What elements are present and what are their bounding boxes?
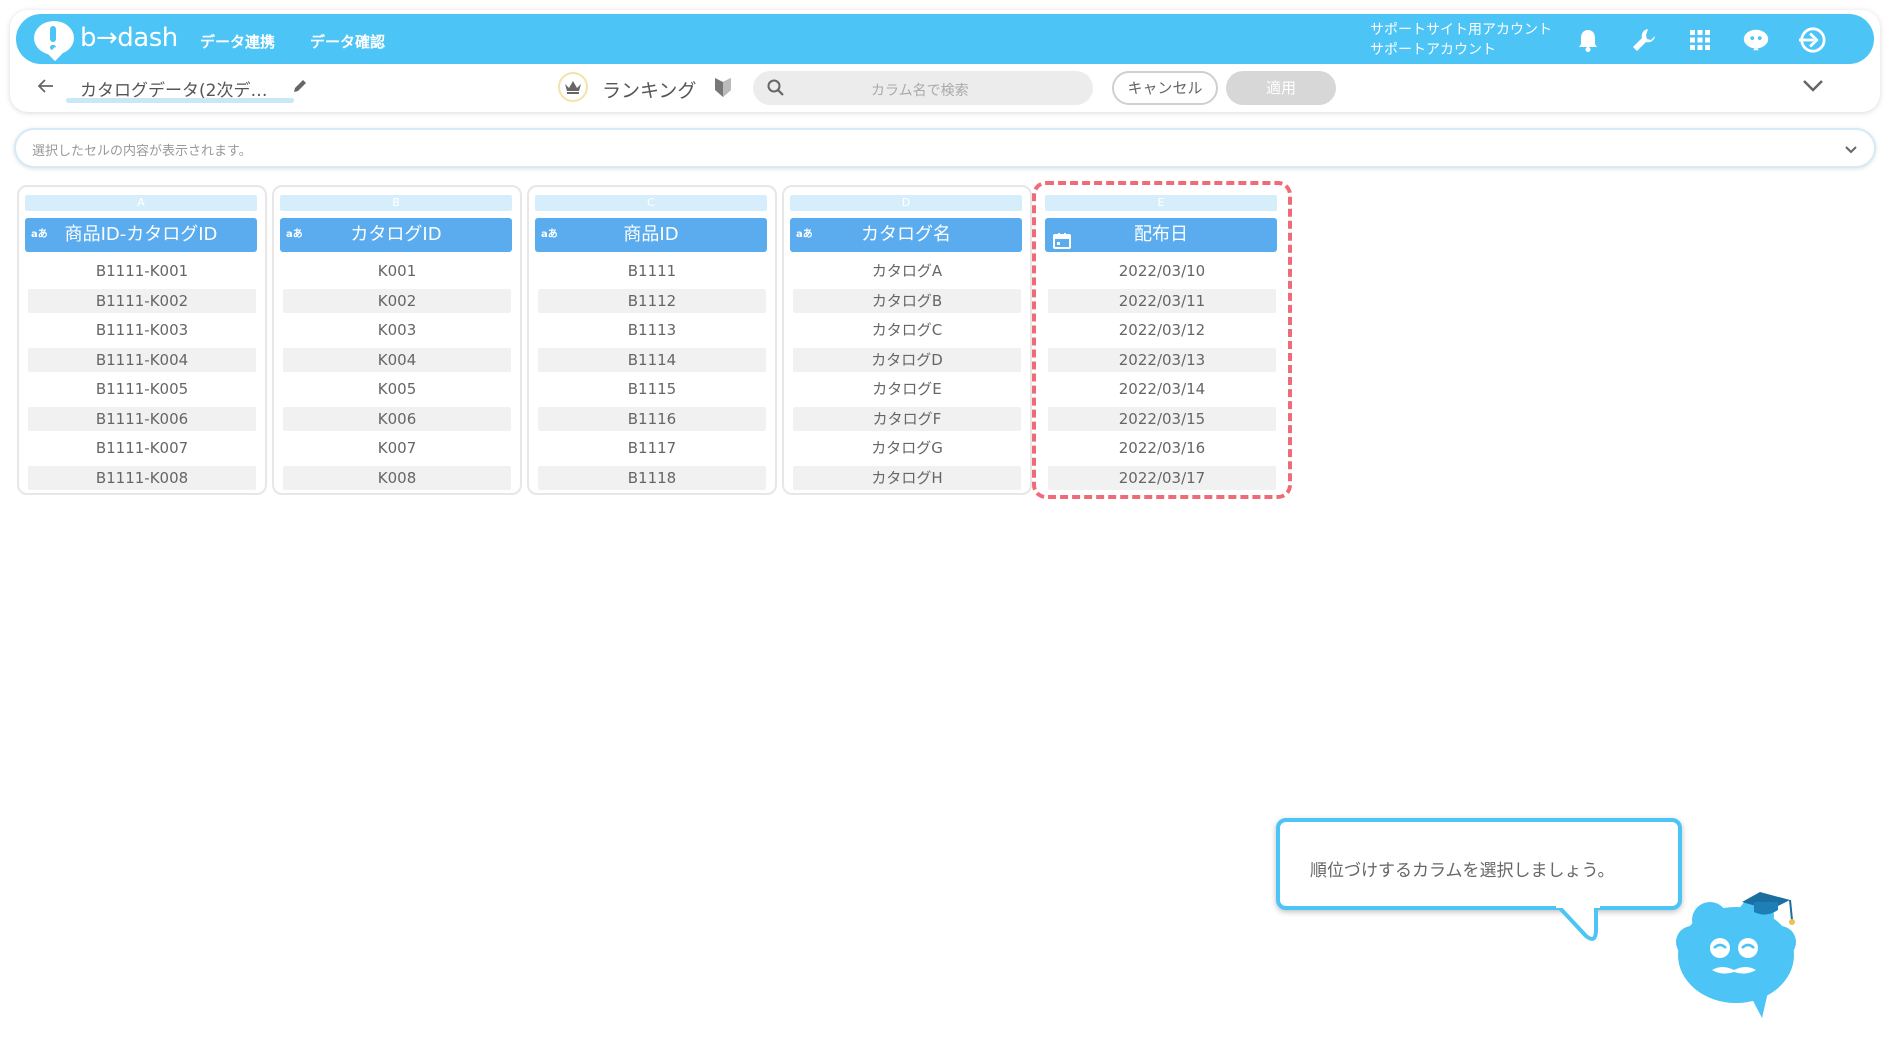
table-cell[interactable]: カタログA xyxy=(793,259,1021,283)
table-cell[interactable]: B1111 xyxy=(538,259,766,283)
mascot-character xyxy=(1670,880,1820,1024)
table-cell[interactable]: B1118 xyxy=(538,465,766,490)
wrench-icon[interactable] xyxy=(1630,26,1658,54)
table-cell[interactable]: B1111-K006 xyxy=(28,406,256,431)
top-navigation-bar: b→dash データ連携 データ確認 サポートサイト用アカウント サポートアカウ… xyxy=(16,14,1874,64)
search-icon xyxy=(767,79,785,101)
column-letter: D xyxy=(790,195,1022,211)
cell-content-placeholder: 選択したセルの内容が表示されます。 xyxy=(32,144,252,159)
table-cell[interactable]: B1111-K001 xyxy=(28,259,256,283)
nav-data-check[interactable]: データ確認 xyxy=(310,31,385,52)
table-cell[interactable]: K006 xyxy=(283,406,511,431)
table-cell[interactable]: B1115 xyxy=(538,377,766,401)
table-cell[interactable]: カタログC xyxy=(793,318,1021,342)
table-cell[interactable]: B1112 xyxy=(538,288,766,313)
column-header-label: 商品ID xyxy=(623,224,679,245)
app-grid-icon[interactable] xyxy=(1686,26,1714,54)
table-cell[interactable]: K007 xyxy=(283,436,511,460)
column-b[interactable]: B aあ カタログID K001 K002 K003 K004 K005 K00… xyxy=(272,185,522,495)
table-cell[interactable]: K005 xyxy=(283,377,511,401)
column-header[interactable]: aあ 商品ID xyxy=(535,218,767,252)
cell-content-bar[interactable]: 選択したセルの内容が表示されます。 xyxy=(14,128,1876,168)
table-cell[interactable]: カタログG xyxy=(793,436,1021,460)
column-letter: C xyxy=(535,195,767,211)
guide-tooltip: 順位づけするカラムを選択しましょう。 xyxy=(1276,818,1682,910)
logo-text: b→dash xyxy=(80,23,178,53)
cancel-button[interactable]: キャンセル xyxy=(1112,71,1218,105)
guide-tooltip-text: 順位づけするカラムを選択しましょう。 xyxy=(1310,861,1615,881)
table-cell[interactable]: K004 xyxy=(283,347,511,372)
apply-button[interactable]: 適用 xyxy=(1226,71,1336,105)
table-cell[interactable]: B1117 xyxy=(538,436,766,460)
table-cell[interactable]: B1111-K005 xyxy=(28,377,256,401)
table-cell[interactable]: B1116 xyxy=(538,406,766,431)
column-header-label: 商品ID-カタログID xyxy=(64,224,218,245)
table-cell[interactable]: カタログE xyxy=(793,377,1021,401)
table-cell[interactable]: カタログF xyxy=(793,406,1021,431)
title-underline xyxy=(66,98,294,103)
pencil-icon[interactable] xyxy=(292,78,308,98)
text-type-icon: aあ xyxy=(286,229,303,240)
beginner-mark-icon[interactable] xyxy=(714,76,732,102)
tooltip-tail xyxy=(1556,902,1616,950)
table-cell[interactable]: B1114 xyxy=(538,347,766,372)
ranking-label: ランキング xyxy=(602,80,697,102)
column-header-label: カタログ名 xyxy=(861,224,951,245)
bell-icon[interactable] xyxy=(1574,26,1602,54)
text-type-icon: aあ xyxy=(541,229,558,240)
column-header-label: カタログID xyxy=(350,224,442,245)
column-c[interactable]: C aあ 商品ID B1111 B1112 B1113 B1114 B1115 … xyxy=(527,185,777,495)
column-letter: B xyxy=(280,195,512,211)
table-cell[interactable]: カタログD xyxy=(793,347,1021,372)
column-a[interactable]: A aあ 商品ID-カタログID B1111-K001 B1111-K002 B… xyxy=(17,185,267,495)
column-header[interactable]: aあ カタログ名 xyxy=(790,218,1022,252)
table-cell[interactable]: B1111-K003 xyxy=(28,318,256,342)
account-line1: サポートサイト用アカウント xyxy=(1370,22,1552,38)
text-type-icon: aあ xyxy=(31,229,48,240)
bdash-logo[interactable]: b→dash xyxy=(34,21,178,55)
chevron-down-icon[interactable] xyxy=(1844,140,1858,159)
table-cell[interactable]: B1111-K004 xyxy=(28,347,256,372)
crown-icon xyxy=(558,72,588,102)
nav-data-integration[interactable]: データ連携 xyxy=(200,31,275,52)
table-cell[interactable]: カタログB xyxy=(793,288,1021,313)
column-d[interactable]: D aあ カタログ名 カタログA カタログB カタログC カタログD カタログE… xyxy=(782,185,1032,495)
table-cell[interactable]: B1113 xyxy=(538,318,766,342)
search-placeholder: カラム名で検索 xyxy=(871,83,969,99)
column-header[interactable]: aあ 商品ID-カタログID xyxy=(25,218,257,252)
table-cell[interactable]: カタログH xyxy=(793,465,1021,490)
text-type-icon: aあ xyxy=(796,229,813,240)
column-highlight-outline xyxy=(1032,181,1292,499)
back-arrow-icon[interactable] xyxy=(37,78,58,96)
table-cell[interactable]: B1111-K007 xyxy=(28,436,256,460)
account-info[interactable]: サポートサイト用アカウント サポートアカウント xyxy=(1370,20,1552,60)
mascot-chat-icon[interactable] xyxy=(1742,26,1770,54)
logo-bubble-icon xyxy=(34,21,74,55)
table-cell[interactable]: B1111-K008 xyxy=(28,465,256,490)
account-line2: サポートアカウント xyxy=(1370,42,1496,58)
table-cell[interactable]: B1111-K002 xyxy=(28,288,256,313)
chevron-down-icon[interactable] xyxy=(1802,78,1824,97)
column-header[interactable]: aあ カタログID xyxy=(280,218,512,252)
table-cell[interactable]: K008 xyxy=(283,465,511,490)
table-cell[interactable]: K001 xyxy=(283,259,511,283)
column-letter: A xyxy=(25,195,257,211)
column-search-input[interactable]: カラム名で検索 xyxy=(753,71,1093,105)
table-cell[interactable]: K003 xyxy=(283,318,511,342)
table-cell[interactable]: K002 xyxy=(283,288,511,313)
logout-icon[interactable] xyxy=(1798,26,1826,54)
